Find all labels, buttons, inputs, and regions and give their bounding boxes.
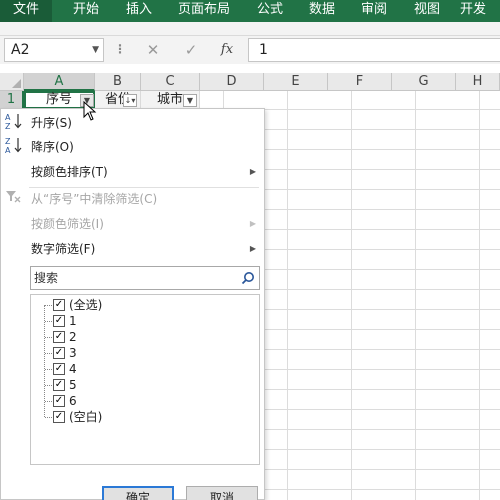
name-box[interactable]: A2 ▼: [4, 38, 104, 62]
sort-by-color-item[interactable]: 按颜色排序(T) ▶: [1, 160, 264, 184]
filter-values-list: ✓ (全选) ✓ 1 ✓ 2 ✓ 3 ✓ 4 ✓ 5 ✓ 6 ✓ (空白): [30, 294, 260, 465]
tab-formulas[interactable]: 公式: [248, 0, 292, 22]
svg-text:A: A: [5, 113, 11, 122]
value-label: 3: [69, 346, 77, 360]
svg-text:Z: Z: [5, 122, 11, 131]
checkbox-checked[interactable]: ✓: [53, 363, 65, 375]
name-box-value: A2: [11, 42, 30, 58]
tab-developer[interactable]: 开发: [460, 0, 500, 22]
column-header-d[interactable]: D: [200, 73, 264, 91]
chevron-down-icon[interactable]: ▼: [92, 39, 99, 61]
checkbox-checked[interactable]: ✓: [53, 395, 65, 407]
number-filters-label: 数字筛选(F): [31, 242, 96, 256]
submenu-arrow-icon: ▶: [249, 167, 256, 176]
row-header-1[interactable]: 1: [0, 91, 24, 109]
formula-input[interactable]: 1: [248, 38, 500, 62]
filter-search-input[interactable]: 搜索: [30, 266, 260, 290]
cancel-button[interactable]: 取消: [186, 486, 258, 500]
value-label: 5: [69, 378, 77, 392]
submenu-arrow-icon: ▶: [249, 244, 256, 253]
sort-descending-item[interactable]: ZA 降序(O): [1, 135, 264, 159]
sort-ascending-item[interactable]: AZ 升序(S): [1, 111, 264, 135]
enter-check-icon[interactable]: ✓: [178, 40, 204, 60]
checkbox-checked[interactable]: ✓: [53, 347, 65, 359]
value-label: 4: [69, 362, 77, 376]
column-header-f[interactable]: F: [328, 73, 392, 91]
sort-ascending-label: 升序(S): [31, 116, 72, 130]
filter-by-color-item: 按颜色筛选(I) ▶: [1, 212, 264, 236]
tab-data[interactable]: 数据: [300, 0, 344, 22]
search-icon[interactable]: [241, 270, 255, 292]
tab-home[interactable]: 开始: [64, 0, 108, 22]
number-filters-item[interactable]: 数字筛选(F) ▶: [1, 237, 264, 261]
tab-view[interactable]: 视图: [405, 0, 449, 22]
value-label: 1: [69, 314, 77, 328]
clear-filter-item: 从“序号”中清除筛选(C): [1, 187, 264, 211]
sort-by-color-label: 按颜色排序(T): [31, 165, 108, 179]
column-header-c[interactable]: C: [141, 73, 200, 91]
ribbon-tabs: 文件 开始 插入 页面布局 公式 数据 审阅 视图 开发: [0, 0, 500, 22]
mouse-pointer-icon: [83, 100, 97, 124]
value-label: 2: [69, 330, 77, 344]
checkbox-checked[interactable]: ✓: [53, 331, 65, 343]
submenu-arrow-icon: ▶: [249, 219, 256, 228]
more-dots-icon[interactable]: ⋮: [114, 42, 126, 56]
ok-button[interactable]: 确定: [102, 486, 174, 500]
ribbon-body: [0, 22, 500, 36]
tab-file[interactable]: 文件: [0, 0, 52, 22]
filter-sorted-b-icon[interactable]: ↓▾: [123, 94, 137, 107]
select-all-corner[interactable]: [0, 73, 24, 91]
column-header-h[interactable]: H: [456, 73, 500, 91]
checkbox-checked[interactable]: ✓: [53, 411, 65, 423]
checkbox-checked[interactable]: ✓: [53, 299, 65, 311]
value-label: 6: [69, 394, 77, 408]
checkbox-checked[interactable]: ✓: [53, 379, 65, 391]
value-label: (全选): [69, 298, 103, 312]
svg-text:A: A: [5, 146, 11, 155]
clear-filter-label: 从“序号”中清除筛选(C): [31, 192, 158, 206]
filter-by-color-label: 按颜色筛选(I): [31, 217, 104, 231]
column-header-g[interactable]: G: [392, 73, 456, 91]
tab-page-layout[interactable]: 页面布局: [172, 0, 236, 22]
formula-bar: A2 ▼ ⋮ ✕ ✓ fx 1: [0, 36, 500, 64]
cancel-x-icon[interactable]: ✕: [140, 40, 166, 60]
sort-descending-label: 降序(O): [31, 140, 74, 154]
insert-function-icon[interactable]: fx: [214, 40, 240, 60]
tab-insert[interactable]: 插入: [117, 0, 161, 22]
tab-review[interactable]: 审阅: [352, 0, 396, 22]
value-label: (空白): [69, 410, 103, 424]
svg-text:Z: Z: [5, 137, 11, 146]
column-header-b[interactable]: B: [95, 73, 141, 91]
filter-dropdown-c-icon[interactable]: ▼: [183, 94, 197, 107]
column-header-e[interactable]: E: [264, 73, 328, 91]
checkbox-checked[interactable]: ✓: [53, 315, 65, 327]
autofilter-menu: AZ 升序(S) ZA 降序(O) 按颜色排序(T) ▶ 从“序号”中清除筛选(…: [0, 108, 265, 500]
search-placeholder: 搜索: [34, 271, 59, 285]
column-header-a[interactable]: A: [24, 73, 95, 91]
